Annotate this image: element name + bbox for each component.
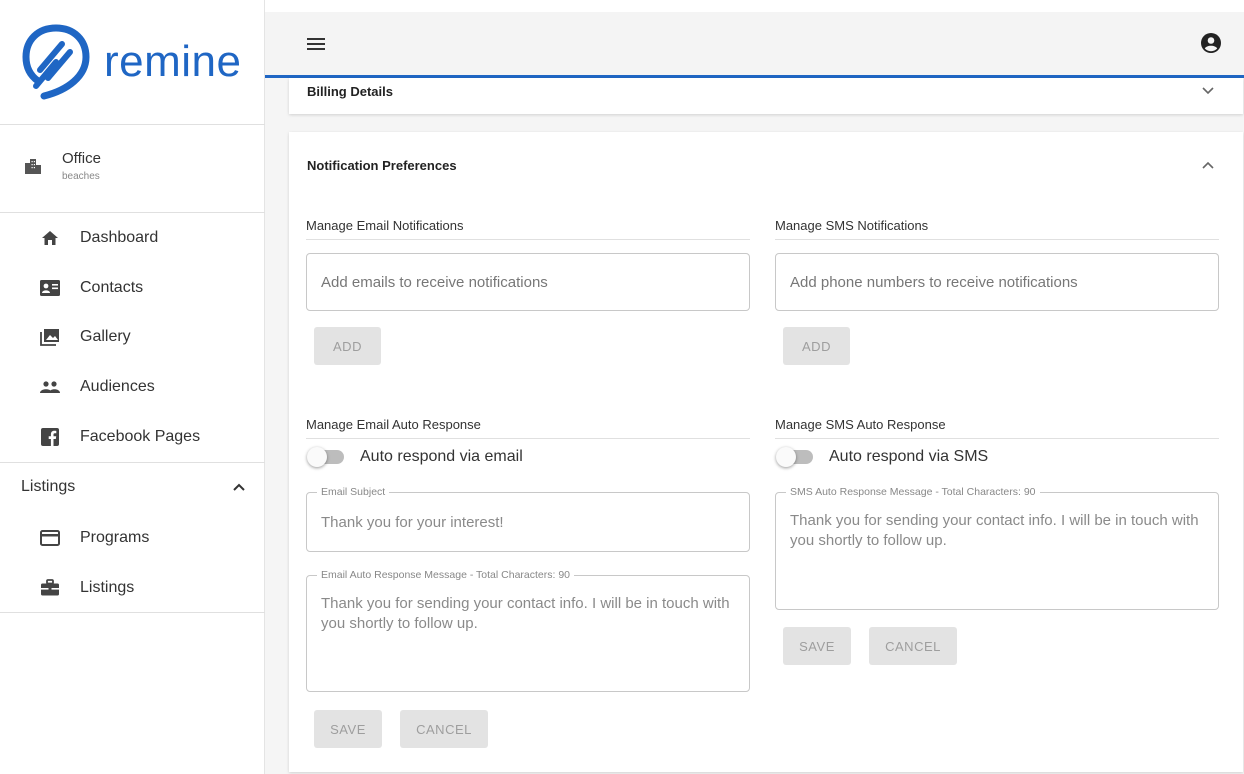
toggle-thumb [776,447,796,467]
email-auto-response-heading: Manage Email Auto Response [306,417,750,439]
sms-notifications-input[interactable]: Add phone numbers to receive notificatio… [775,253,1219,311]
sidebar-item-listings[interactable]: Listings [40,576,134,600]
office-title: Office [62,150,101,167]
top-app-bar [265,12,1244,78]
chevron-up-icon [233,483,245,491]
sms-auto-respond-label: Auto respond via SMS [829,448,989,465]
facebook-icon [40,427,60,447]
sms-auto-respond-toggle[interactable]: Auto respond via SMS [776,447,989,467]
listings-section-label: Listings [21,478,76,495]
hamburger-menu-icon[interactable] [307,36,327,52]
gallery-icon [40,327,60,347]
sidebar-item-dashboard[interactable]: Dashboard [40,226,158,250]
sidebar-item-label: Dashboard [80,229,159,246]
notification-preferences-title: Notification Preferences [307,158,457,173]
sms-message-legend: SMS Auto Response Message - Total Charac… [786,485,1040,499]
email-message-value: Thank you for sending your contact info.… [321,595,730,632]
office-building-icon [25,159,41,174]
sidebar-divider [0,612,265,613]
email-notifications-input[interactable]: Add emails to receive notifications [306,253,750,311]
remine-logo-icon [22,24,90,100]
office-subtitle: beaches [62,171,100,182]
email-subject-legend: Email Subject [317,485,390,499]
home-icon [40,228,60,248]
people-icon [40,377,60,397]
sidebar-item-label: Gallery [80,328,131,345]
sidebar-divider [0,462,265,463]
briefcase-icon [40,578,60,598]
sidebar-item-label: Contacts [80,279,144,296]
email-message-legend: Email Auto Response Message - Total Char… [317,568,575,582]
notification-preferences-panel: Notification Preferences Manage Email No… [289,132,1243,772]
sidebar-item-gallery[interactable]: Gallery [40,325,131,349]
email-subject-value: Thank you for your interest! [321,514,504,531]
email-notifications-heading: Manage Email Notifications [306,218,750,240]
toggle-track[interactable] [307,447,344,467]
sidebar-divider [0,124,265,125]
toggle-track[interactable] [776,447,813,467]
sidebar-divider [0,212,265,213]
sms-auto-response-message-field[interactable]: SMS Auto Response Message - Total Charac… [775,485,1219,610]
email-subject-field[interactable]: Email Subject Thank you for your interes… [306,485,750,552]
email-save-button[interactable]: SAVE [314,710,382,748]
sidebar-item-label: Listings [80,579,135,596]
chevron-down-icon[interactable] [1201,86,1215,96]
sidebar-item-contacts[interactable]: Contacts [40,276,143,300]
sms-message-value: Thank you for sending your contact info.… [790,512,1199,549]
toggle-thumb [307,447,327,467]
brand-name: remine [104,37,242,86]
sms-auto-response-heading: Manage SMS Auto Response [775,417,1219,439]
brand-logo[interactable]: remine [22,22,242,102]
email-cancel-button[interactable]: CANCEL [400,710,488,748]
sidebar-item-label: Programs [80,529,150,546]
email-auto-respond-label: Auto respond via email [360,448,523,465]
sms-cancel-button[interactable]: CANCEL [869,627,957,665]
sidebar-item-label: Audiences [80,378,155,395]
email-auto-respond-toggle[interactable]: Auto respond via email [307,447,523,467]
sidebar-item-label: Facebook Pages [80,428,201,445]
sms-notifications-heading: Manage SMS Notifications [775,218,1219,240]
sidebar: remine Office beaches Dashboard Contacts [0,0,265,774]
sidebar-item-audiences[interactable]: Audiences [40,375,155,399]
email-auto-response-message-field[interactable]: Email Auto Response Message - Total Char… [306,568,750,692]
contact-card-icon [40,278,60,298]
account-icon[interactable] [1200,32,1222,54]
card-icon [40,528,60,548]
add-phone-button[interactable]: ADD [783,327,850,365]
sms-save-button[interactable]: SAVE [783,627,851,665]
sidebar-item-programs[interactable]: Programs [40,526,149,550]
sidebar-item-facebook-pages[interactable]: Facebook Pages [40,425,200,449]
billing-details-panel[interactable]: Billing Details [289,78,1243,114]
listings-section-toggle[interactable]: Listings [21,478,245,496]
add-email-button[interactable]: ADD [314,327,381,365]
chevron-up-icon[interactable] [1201,160,1215,170]
billing-details-title: Billing Details [307,84,393,99]
office-selector[interactable]: Office beaches [24,150,101,182]
